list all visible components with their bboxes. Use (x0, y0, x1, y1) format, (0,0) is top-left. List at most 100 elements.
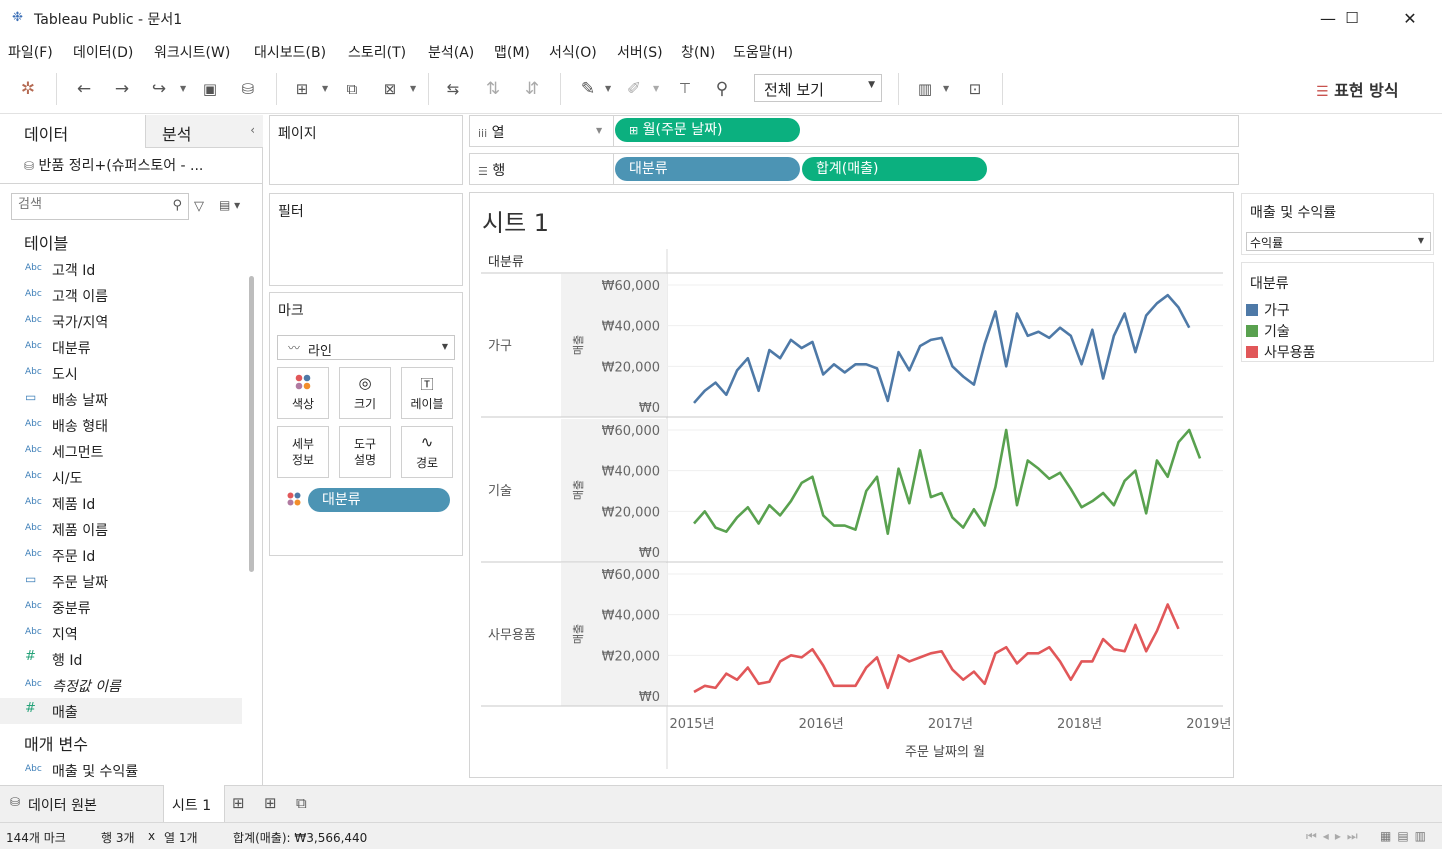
string-type-icon: Abc (25, 523, 42, 533)
rows-label-text: 행 (492, 163, 506, 179)
detail-button[interactable]: 세부 정보 (277, 426, 329, 478)
sort-descending-icon[interactable]: ⇵ (520, 77, 544, 101)
columns-shelf[interactable]: iii 열 ▼ (469, 115, 1239, 147)
parameter-select[interactable]: 수익률 ▼ (1246, 232, 1431, 251)
view-fit-select[interactable]: 전체 보기 ▼ (754, 74, 882, 102)
field-item[interactable]: Abc 국가/지역 (0, 308, 242, 334)
forward-arrow-icon[interactable]: → (110, 77, 134, 101)
highlight-icon[interactable]: ✎ (576, 77, 600, 101)
new-worksheet-icon[interactable]: ⊞ (232, 794, 245, 812)
mark-type-select[interactable]: 〰 라인 ▼ (277, 335, 455, 360)
field-item[interactable]: Abc 측정값 이름 (0, 672, 242, 698)
new-story-icon[interactable]: ⧉ (296, 794, 307, 812)
filters-card[interactable]: 필터 (269, 193, 463, 286)
clear-sheet-icon[interactable]: ⊠ (378, 77, 402, 101)
menu-file[interactable]: 파일(F) (8, 42, 53, 62)
column-pill-month[interactable]: ⊞ 월(주문 날짜) (615, 118, 800, 142)
label-button[interactable]: 🅃 레이블 (401, 367, 453, 419)
field-item[interactable]: Abc 지역 (0, 620, 242, 646)
legend-item-technology[interactable]: 기술 (1246, 321, 1290, 341)
show-cards-icon[interactable]: ▥ (913, 77, 937, 101)
field-item[interactable]: ▭ 배송 날짜 (0, 386, 242, 412)
menu-dashboard[interactable]: 대시보드(B) (254, 42, 326, 62)
chevron-down-icon[interactable]: ▼ (180, 77, 190, 101)
swap-icon[interactable]: ⇆ (441, 77, 465, 101)
field-search-box[interactable]: ⚲ (11, 193, 189, 220)
menu-map[interactable]: 맵(M) (494, 42, 530, 62)
view-list-icon[interactable]: ▤ ▾ (219, 198, 240, 212)
y-tick-label: ₩60,000 (602, 279, 660, 294)
chevron-down-icon[interactable]: ▼ (653, 77, 663, 101)
search-input[interactable] (18, 197, 168, 212)
chevron-down-icon[interactable]: ▼ (322, 77, 332, 101)
field-item[interactable]: Abc 제품 이름 (0, 516, 242, 542)
menu-help[interactable]: 도움말(H) (733, 42, 793, 62)
tooltip-button[interactable]: 도구 설명 (339, 426, 391, 478)
menu-worksheet[interactable]: 워크시트(W) (154, 42, 230, 62)
redo-icon[interactable]: ↪ (147, 77, 171, 101)
legend-item-furniture[interactable]: 가구 (1246, 300, 1290, 320)
field-item[interactable]: # 행 Id (0, 646, 242, 672)
field-item[interactable]: Abc 고객 이름 (0, 282, 242, 308)
menu-server[interactable]: 서버(S) (617, 42, 663, 62)
color-pill[interactable]: 대분류 (308, 488, 450, 512)
pages-card[interactable]: 페이지 (269, 115, 463, 185)
filter-icon[interactable]: ▽ (194, 199, 204, 214)
pin-icon[interactable]: ⚲ (710, 77, 734, 101)
field-item[interactable]: Abc 제품 Id (0, 490, 242, 516)
maximize-button[interactable]: ☐ (1329, 0, 1375, 37)
status-bar: 144개 마크 행 3개 x 열 1개 합계(매출): ₩3,566,440 ⏮… (0, 822, 1442, 849)
presentation-icon[interactable]: ⊡ (963, 77, 987, 101)
tab-analysis[interactable]: 분석 ‹ (145, 115, 263, 148)
field-item[interactable]: # 매출 (0, 698, 242, 724)
parameter-item[interactable]: Abc 매출 및 수익률 (0, 757, 242, 783)
field-item[interactable]: Abc 주문 Id (0, 542, 242, 568)
row-pill-sales[interactable]: 합계(매출) (802, 157, 987, 181)
chevron-down-icon[interactable]: ▼ (410, 77, 420, 101)
close-button[interactable]: ✕ (1387, 0, 1433, 37)
tab-sheet1[interactable]: 시트 1 (163, 785, 225, 822)
menu-format[interactable]: 서식(O) (549, 42, 597, 62)
tab-data[interactable]: 데이터 (0, 115, 145, 148)
field-item[interactable]: Abc 고객 Id (0, 256, 242, 282)
chevron-down-icon[interactable]: ▼ (943, 77, 953, 101)
legend-item-office[interactable]: 사무용품 (1246, 342, 1316, 362)
new-datasource-icon[interactable]: ⛁ (236, 77, 260, 101)
path-button[interactable]: ∿ 경로 (401, 426, 453, 478)
text-label-icon[interactable]: ⊤ (673, 77, 697, 101)
field-item[interactable]: Abc 시/도 (0, 464, 242, 490)
size-button[interactable]: ◎ 크기 (339, 367, 391, 419)
view-mode-icons[interactable]: ▦▤▥ (1380, 829, 1432, 843)
field-item[interactable]: Abc 대분류 (0, 334, 242, 360)
datasource-item[interactable]: ⛁ 반품 정리+(슈퍼스토어 - ... (24, 155, 203, 175)
duplicate-sheet-icon[interactable]: ⧉ (340, 77, 364, 101)
save-icon[interactable]: ▣ (198, 77, 222, 101)
tableau-logo-icon[interactable]: ✲ (16, 77, 40, 101)
tab-datasource[interactable]: ⛁ 데이터 원본 (0, 786, 163, 822)
mark-type-label: 라인 (308, 344, 332, 359)
back-arrow-icon[interactable]: ← (72, 77, 96, 101)
new-worksheet-icon[interactable]: ⊞ (290, 77, 314, 101)
field-item[interactable]: Abc 중분류 (0, 594, 242, 620)
field-item[interactable]: Abc 도시 (0, 360, 242, 386)
collapse-pane-icon[interactable]: ‹ (250, 123, 255, 137)
chevron-down-icon[interactable]: ▼ (596, 126, 602, 135)
field-item[interactable]: Abc 세그먼트 (0, 438, 242, 464)
field-item[interactable]: ▭ 주문 날짜 (0, 568, 242, 594)
show-me-icon: ☰ (1316, 84, 1329, 100)
field-item[interactable]: Abc 배송 형태 (0, 412, 242, 438)
sort-ascending-icon[interactable]: ⇅ (481, 77, 505, 101)
color-button[interactable]: 색상 (277, 367, 329, 419)
show-me-button[interactable]: ☰ 표현 방식 (1316, 77, 1399, 101)
worksheet-view[interactable]: 시트 1 대분류 가구 매출 ₩0 ₩20,000 ₩40,000 ₩60,000 기술 매출 ₩0… (469, 192, 1234, 778)
row-pill-category[interactable]: 대분류 (615, 157, 800, 181)
menu-story[interactable]: 스토리(T) (348, 42, 406, 62)
chevron-down-icon[interactable]: ▼ (605, 77, 615, 101)
sheet-nav-icons[interactable]: ⏮◂▸⏭ (1306, 829, 1364, 844)
new-dashboard-icon[interactable]: ⊞ (264, 794, 277, 812)
menu-data[interactable]: 데이터(D) (73, 42, 133, 62)
scrollbar[interactable] (249, 276, 254, 572)
annotate-icon[interactable]: ✐ (622, 77, 646, 101)
menu-window[interactable]: 창(N) (681, 42, 715, 62)
menu-analysis[interactable]: 분석(A) (428, 42, 474, 62)
